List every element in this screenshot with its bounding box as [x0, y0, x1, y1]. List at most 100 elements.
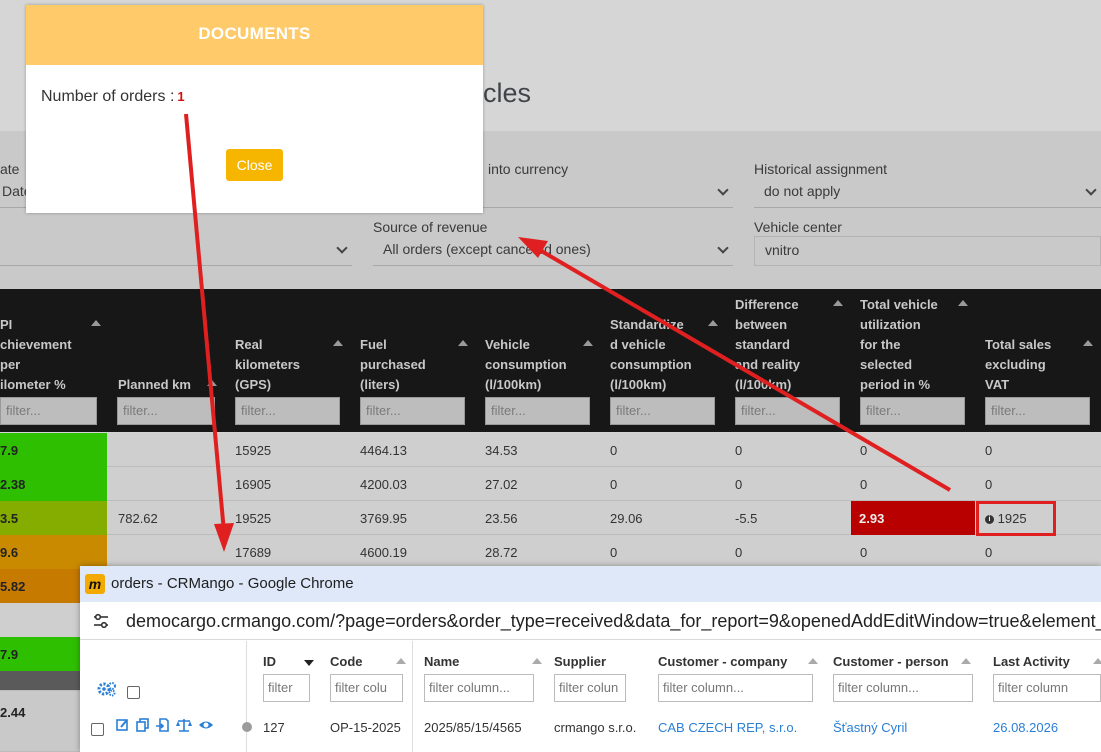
- window-titlebar[interactable]: m orders - CRMango - Google Chrome: [80, 566, 1101, 602]
- order-count-value[interactable]: 1: [177, 89, 184, 104]
- source-of-revenue-select[interactable]: All orders (except canceled ones): [373, 236, 733, 266]
- kpi-cell: 2.38: [0, 467, 107, 501]
- sort-icon[interactable]: [91, 320, 101, 326]
- row-last-activity-link[interactable]: 26.08.2026: [993, 720, 1058, 735]
- col-supplier-header[interactable]: Supplier: [554, 654, 606, 669]
- site-settings-icon[interactable]: [92, 612, 110, 630]
- sort-icon[interactable]: [708, 320, 718, 326]
- utilization-cell-alert: 2.93: [851, 501, 975, 535]
- difference-filter-input[interactable]: filter...: [735, 397, 840, 425]
- table-row[interactable]: 9.6 17689 4600.19 28.72 0 0 0 0: [0, 535, 1101, 569]
- planned-filter-input[interactable]: filter...: [117, 397, 215, 425]
- copy-icon[interactable]: [136, 718, 149, 732]
- sort-icon[interactable]: [207, 380, 217, 386]
- real-km-filter-input[interactable]: filter...: [235, 397, 340, 425]
- real-km-cell: 15925: [235, 443, 272, 458]
- kpi-filter-input[interactable]: filter...: [0, 397, 97, 425]
- consumption-filter-input[interactable]: filter...: [485, 397, 590, 425]
- header-line: d vehicle: [610, 337, 666, 352]
- select-all-checkbox[interactable]: [127, 686, 140, 699]
- date-filter-label: ate: [0, 161, 20, 177]
- col-supplier-label: Supplier: [554, 654, 607, 669]
- sort-icon[interactable]: [583, 340, 593, 346]
- col-kpi-header[interactable]: PI chievement per ilometer %: [0, 315, 101, 395]
- address-bar[interactable]: democargo.crmango.com/?page=orders&order…: [80, 602, 1101, 640]
- customer-person-filter-input[interactable]: filter column...: [833, 674, 973, 702]
- col-real-km-header[interactable]: Real kilometers (GPS): [235, 335, 343, 395]
- col-last-activity-header[interactable]: Last Activity: [993, 654, 1101, 669]
- sort-icon[interactable]: [333, 340, 343, 346]
- col-fuel-header[interactable]: Fuel purchased (liters): [360, 335, 468, 395]
- col-consumption-header[interactable]: Vehicle consumption (l/100km): [485, 335, 593, 395]
- header-line: kilometers: [235, 357, 301, 372]
- name-filter-input[interactable]: filter column...: [424, 674, 534, 702]
- col-customer-company-header[interactable]: Customer - company: [658, 654, 818, 669]
- row-code: OP-15-2025: [330, 720, 401, 735]
- balance-scale-icon[interactable]: [176, 718, 192, 732]
- col-utilization-header[interactable]: Total vehicle utilization for the select…: [860, 295, 968, 395]
- fuel-filter-input[interactable]: filter...: [360, 397, 465, 425]
- url-text[interactable]: democargo.crmango.com/?page=orders&order…: [126, 611, 1101, 631]
- kpi-cell: 9.6: [0, 535, 107, 569]
- table-row[interactable]: 3.5 782.62 19525 3769.95 23.56 29.06 -5.…: [0, 501, 1101, 535]
- row-customer-person-link[interactable]: Šťastný Cyril: [833, 720, 907, 735]
- currency-filter-select[interactable]: [483, 178, 733, 208]
- eye-icon[interactable]: [198, 718, 214, 732]
- sort-icon[interactable]: [532, 658, 542, 664]
- header-line: purchased: [360, 357, 426, 372]
- utilization-filter-input[interactable]: filter...: [860, 397, 965, 425]
- col-name-label: Name: [424, 654, 460, 669]
- table-row[interactable]: 7.9 15925 4464.13 34.53 0 0 0 0: [0, 433, 1101, 467]
- sort-icon[interactable]: [1093, 658, 1101, 664]
- col-planned-header[interactable]: Planned km: [118, 375, 217, 395]
- col-code-header[interactable]: Code: [330, 654, 408, 669]
- chevron-down-icon: [717, 184, 729, 196]
- sort-desc-icon[interactable]: [304, 659, 314, 666]
- difference-cell: 0: [735, 477, 743, 492]
- table-row[interactable]: 2.38 16905 4200.03 27.02 0 0 0 0: [0, 467, 1101, 501]
- historical-assignment-select[interactable]: do not apply: [754, 178, 1101, 208]
- documents-modal: DOCUMENTS Number of orders :1 Close: [26, 5, 483, 213]
- sort-icon[interactable]: [961, 658, 971, 664]
- header-line: selected: [860, 357, 913, 372]
- settings-gears-icon[interactable]: [97, 681, 117, 698]
- row-customer-company-link[interactable]: CAB CZECH REP, s.r.o.: [658, 720, 797, 735]
- supplier-filter-input[interactable]: filter colun: [554, 674, 626, 702]
- sort-icon[interactable]: [396, 658, 406, 664]
- customer-company-filter-input[interactable]: filter column...: [658, 674, 813, 702]
- sort-icon[interactable]: [833, 300, 843, 306]
- vehicle-center-select[interactable]: vnitro: [754, 236, 1101, 266]
- last-activity-filter-input[interactable]: filter column: [993, 674, 1101, 702]
- utilization-cell: 0: [860, 477, 868, 492]
- standardized-filter-input[interactable]: filter...: [610, 397, 715, 425]
- col-name-header[interactable]: Name: [424, 654, 544, 669]
- difference-cell: -5.5: [735, 511, 758, 526]
- header-line: utilization: [860, 317, 921, 332]
- sort-icon[interactable]: [458, 340, 468, 346]
- sort-icon[interactable]: [808, 658, 818, 664]
- sort-icon[interactable]: [1083, 340, 1093, 346]
- header-line: period in %: [860, 377, 931, 392]
- col-id-header[interactable]: ID: [263, 654, 314, 669]
- sort-icon[interactable]: [958, 300, 968, 306]
- unnamed-filter-select[interactable]: [0, 236, 352, 266]
- col-difference-header[interactable]: Difference between standard and reality …: [735, 295, 843, 395]
- sales-cell: 0: [985, 477, 993, 492]
- close-button[interactable]: Close: [226, 149, 283, 181]
- import-icon[interactable]: [156, 718, 169, 732]
- col-sales-header[interactable]: Total sales excluding VAT: [985, 335, 1093, 395]
- order-count: Number of orders :1: [41, 88, 185, 106]
- col-standardized-header[interactable]: Standardize d vehicle consumption (l/100…: [610, 315, 718, 395]
- code-filter-input[interactable]: filter colu: [330, 674, 403, 702]
- header-line: (l/100km): [610, 377, 667, 392]
- row-checkbox[interactable]: [91, 723, 104, 736]
- kpi-cell: 3.5: [0, 501, 107, 535]
- edit-icon[interactable]: [116, 718, 129, 732]
- header-line: Fuel: [360, 337, 387, 352]
- date-filter-select[interactable]: Date: [0, 178, 32, 208]
- header-line: (l/100km): [735, 377, 792, 392]
- header-line: consumption: [610, 357, 692, 372]
- sales-filter-input[interactable]: filter...: [985, 397, 1090, 425]
- col-customer-person-header[interactable]: Customer - person: [833, 654, 973, 669]
- id-filter-input[interactable]: filter: [263, 674, 310, 702]
